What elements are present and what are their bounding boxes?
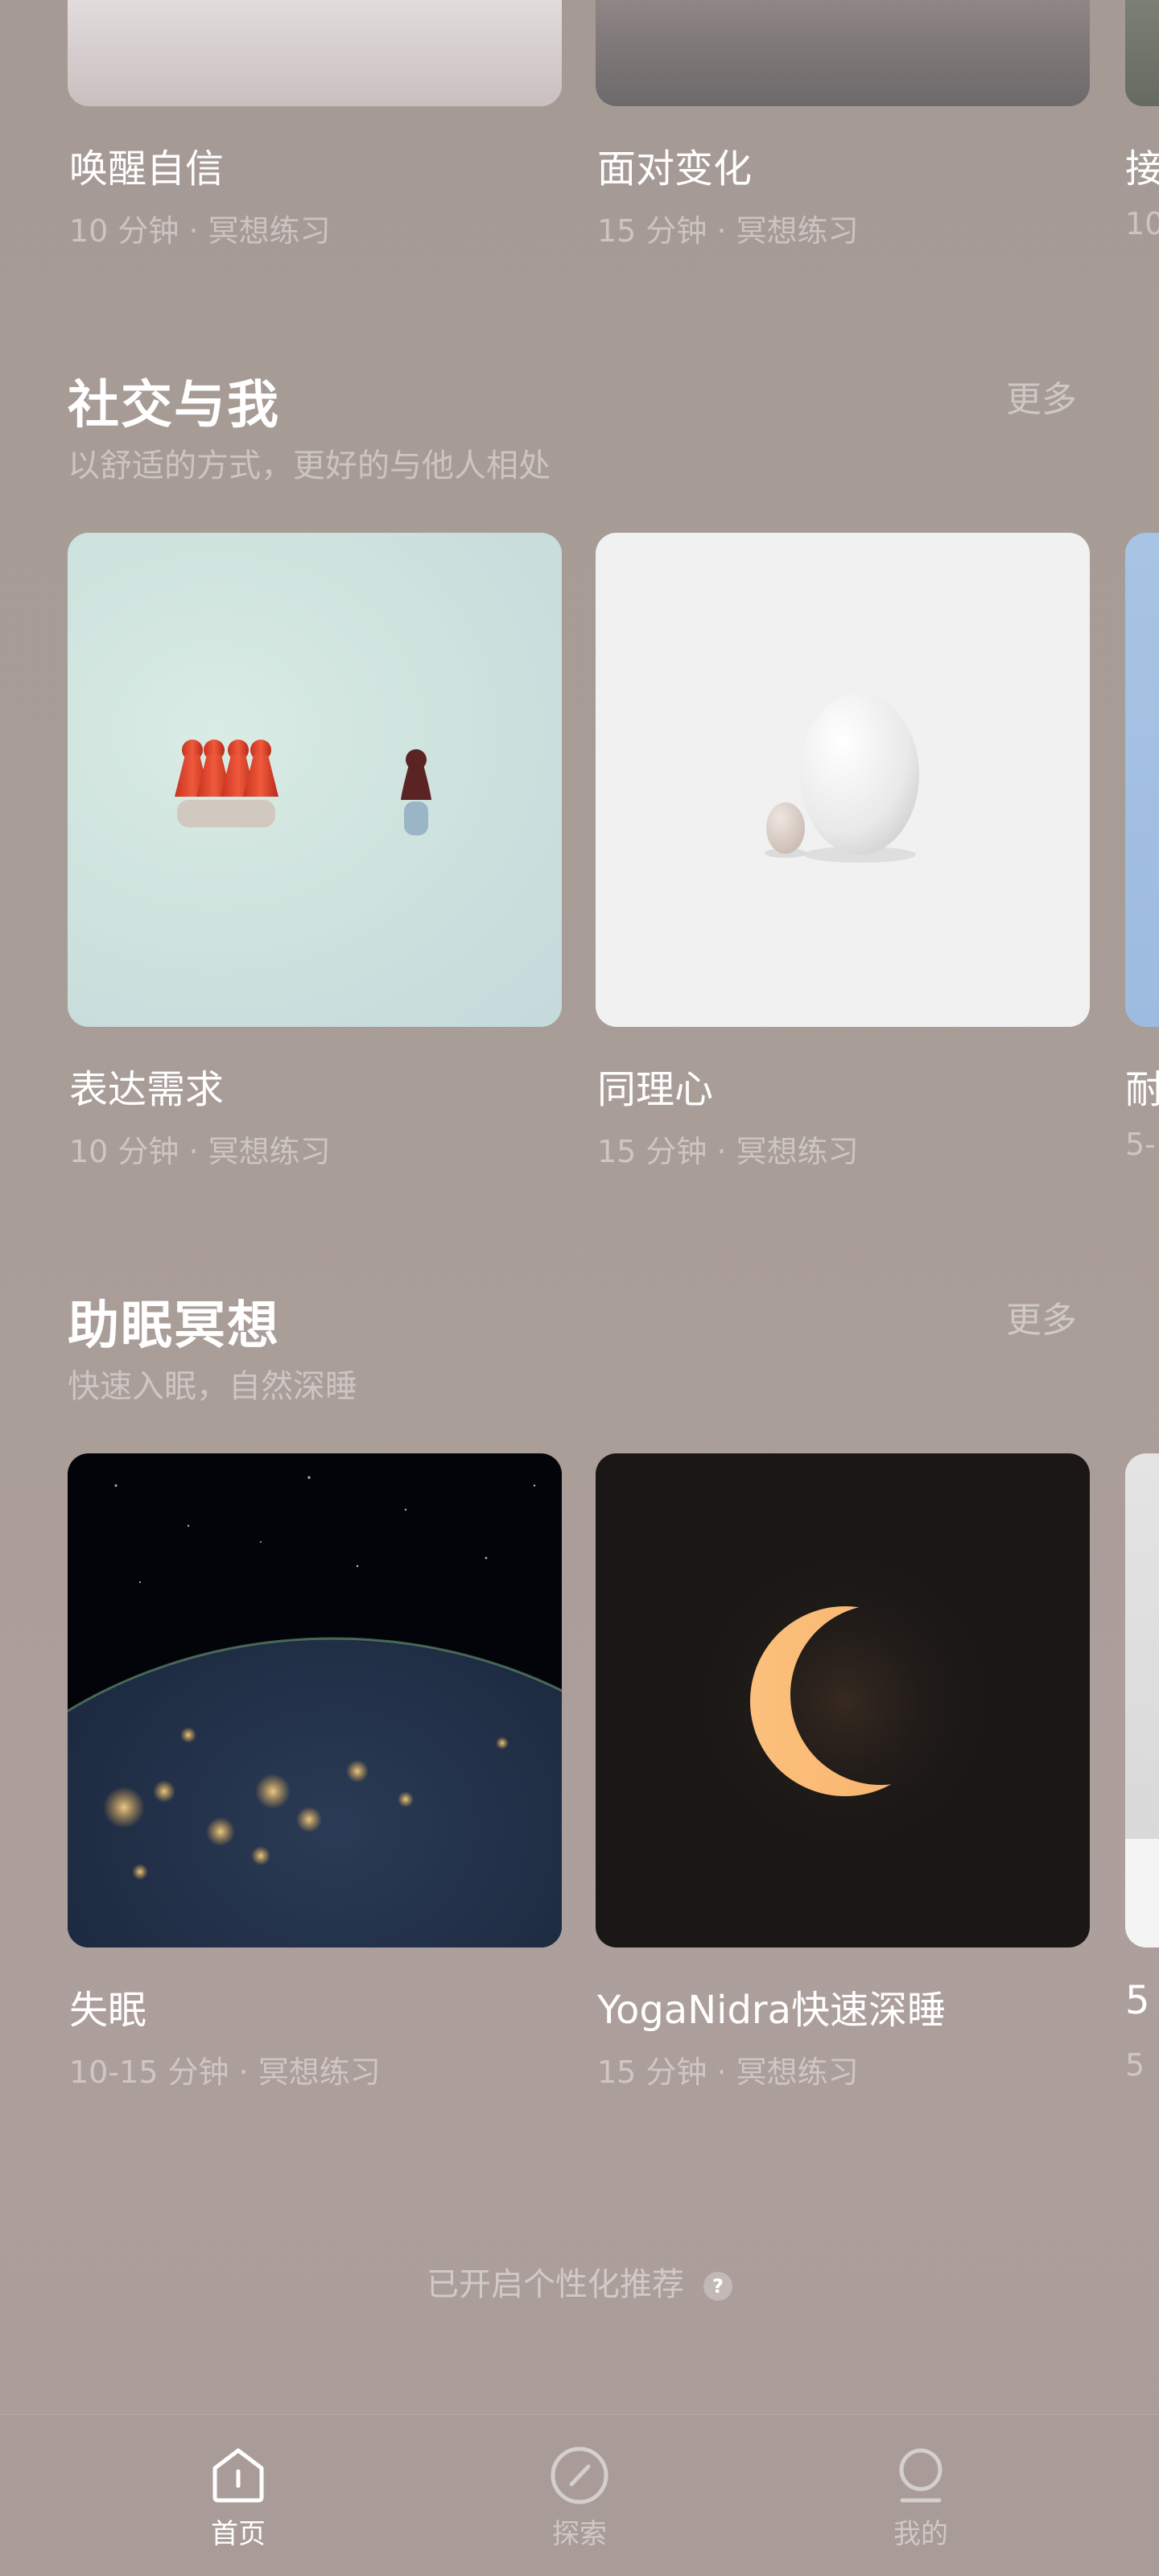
card-image-peek-social[interactable] bbox=[1125, 533, 1159, 1027]
eggs-illustration bbox=[765, 694, 919, 863]
card-title[interactable]: 失眠 bbox=[69, 1978, 146, 2034]
card-title[interactable]: 同理心 bbox=[597, 1057, 713, 1114]
card-image-peek-sleep[interactable] bbox=[1125, 1453, 1159, 1947]
card-image-express-needs[interactable] bbox=[68, 533, 562, 1027]
card-image-face-change[interactable] bbox=[596, 0, 1090, 106]
card-title[interactable]: 耐 bbox=[1125, 1057, 1159, 1114]
card-title[interactable]: 面对变化 bbox=[597, 137, 752, 193]
crescent-moon-illustration bbox=[596, 1453, 1090, 1947]
nav-label-home: 首页 bbox=[211, 2518, 266, 2550]
card-image-insomnia[interactable] bbox=[68, 1453, 562, 1947]
home-icon bbox=[212, 2448, 264, 2503]
card-title[interactable]: 接 bbox=[1125, 137, 1159, 193]
card-meta: 15 分钟 · 冥想练习 bbox=[597, 1134, 859, 1169]
card-image-peek-top[interactable] bbox=[1125, 0, 1159, 106]
card-meta: 10 分钟 · 冥想练习 bbox=[69, 1134, 331, 1169]
card-title[interactable]: YogaNidra快速深睡 bbox=[597, 1978, 946, 2034]
card-meta: 5 bbox=[1125, 2047, 1145, 2083]
card-meta: 5- bbox=[1125, 1127, 1156, 1162]
section-title-social: 社交与我 bbox=[68, 376, 280, 435]
more-link-sleep[interactable]: 更多 bbox=[1006, 1291, 1077, 1342]
bottom-navigation: 首页 探索 我的 bbox=[0, 2414, 1159, 2576]
card-meta: 10 分钟 · 冥想练习 bbox=[69, 213, 331, 249]
card-title[interactable]: 唤醒自信 bbox=[69, 137, 224, 193]
personalized-recommendation-notice: 已开启个性化推荐? bbox=[0, 2258, 1159, 2305]
nav-item-explore[interactable]: 探索 bbox=[386, 2415, 773, 2576]
help-icon[interactable]: ? bbox=[703, 2272, 732, 2301]
card-meta: 15 分钟 · 冥想练习 bbox=[597, 2055, 859, 2090]
section-subtitle-social: 以舒适的方式，更好的与他人相处 bbox=[68, 447, 551, 484]
section-title-sleep: 助眠冥想 bbox=[68, 1296, 280, 1356]
section-subtitle-sleep: 快速入眠，自然深睡 bbox=[68, 1368, 357, 1405]
card-title[interactable]: 表达需求 bbox=[69, 1057, 224, 1114]
pawns-illustration bbox=[175, 740, 431, 835]
card-image-awaken-confidence[interactable] bbox=[68, 0, 562, 106]
card-image-yoga-nidra[interactable] bbox=[596, 1453, 1090, 1947]
nav-item-home[interactable]: 首页 bbox=[45, 2415, 431, 2576]
earth-night-illustration bbox=[68, 1476, 562, 1947]
nav-label-explore: 探索 bbox=[552, 2518, 607, 2550]
nav-label-mine: 我的 bbox=[893, 2518, 948, 2550]
profile-icon bbox=[899, 2448, 942, 2503]
card-meta: 15 分钟 · 冥想练习 bbox=[597, 213, 859, 249]
card-title[interactable]: 5 bbox=[1125, 1978, 1150, 2023]
card-meta: 10-15 分钟 · 冥想练习 bbox=[69, 2055, 381, 2090]
nav-item-mine[interactable]: 我的 bbox=[728, 2415, 1114, 2576]
more-link-social[interactable]: 更多 bbox=[1006, 370, 1077, 422]
recommendation-text: 已开启个性化推荐 bbox=[427, 2266, 684, 2303]
card-image-empathy[interactable] bbox=[596, 533, 1090, 1027]
card-meta: 10 bbox=[1125, 206, 1159, 241]
compass-icon bbox=[551, 2446, 608, 2504]
